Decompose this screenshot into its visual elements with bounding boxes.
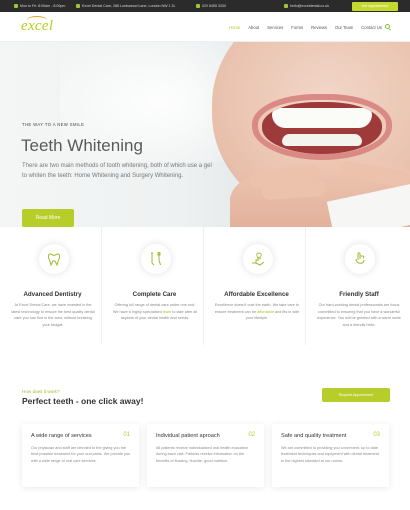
clock-icon — [14, 4, 18, 9]
hand-tooth-icon — [243, 244, 273, 274]
location-icon — [76, 4, 80, 9]
top-bar: Mon to Fri: 8:00am - 8:00pm Excel Dental… — [0, 0, 410, 12]
main-nav: Home About Services Forms Reviews Our Te… — [229, 12, 382, 42]
phone-link[interactable]: 020 8455 3330 — [196, 0, 226, 12]
hero-banner: THE WAY TO A NEW SMILE Teeth Whitening T… — [0, 42, 410, 227]
dental-tools-icon — [141, 244, 171, 274]
phone-icon — [196, 4, 200, 9]
card-wide-range-services: A wide range of services 01 Our physicia… — [22, 424, 139, 487]
nav-our-team[interactable]: Our Team — [335, 25, 353, 30]
card-individual-approach: Individual patient aproach 02 All patien… — [147, 424, 264, 487]
logo[interactable]: excel — [21, 16, 61, 38]
get-appointment-button[interactable]: Get Appointment — [352, 1, 398, 11]
hero-title: Teeth Whitening — [21, 136, 143, 155]
mail-icon — [284, 4, 288, 9]
hero-photo-smile — [262, 102, 382, 154]
feature-affordable-excellence: Affordable Excellence Excellence doesn't… — [208, 227, 306, 345]
section-title: Perfect teeth - one click away! — [22, 396, 144, 406]
read-more-button[interactable]: Read More — [22, 209, 74, 227]
card-safe-quality-treatment: Safe and quality treatment 03 We are com… — [272, 424, 389, 487]
nav-home[interactable]: Home — [229, 25, 240, 30]
address: Excel Dental Care, 288 Lordswood Lane, L… — [76, 0, 176, 12]
nav-forms[interactable]: Forms — [291, 25, 303, 30]
how-it-works-section: How does it work? Perfect teeth - one cl… — [0, 345, 410, 510]
feature-complete-care: Complete Care Offering full range of den… — [106, 227, 204, 345]
nav-about[interactable]: About — [248, 25, 259, 30]
features-section: Advanced Dentistry At Excel Dental Care,… — [0, 227, 410, 345]
site-header: excel Home About Services Forms Reviews … — [0, 12, 410, 42]
nav-contact-us[interactable]: Contact Us — [361, 25, 382, 30]
hero-text: There are two main methods of tooth whit… — [22, 163, 212, 179]
nav-reviews[interactable]: Reviews — [311, 25, 327, 30]
feature-advanced-dentistry: Advanced Dentistry At Excel Dental Care,… — [4, 227, 102, 345]
search-icon[interactable] — [385, 24, 390, 29]
opening-hours: Mon to Fri: 8:00am - 8:00pm — [14, 0, 65, 12]
smile-icon — [345, 244, 375, 274]
request-appointment-button[interactable]: Request Appointment — [322, 388, 390, 402]
nav-services[interactable]: Services — [267, 25, 283, 30]
feature-friendly-staff: Friendly Staff Our hard-working dental p… — [310, 227, 408, 345]
email-link[interactable]: hello@exceldental.co.uk — [284, 0, 329, 12]
tooth-icon — [39, 244, 69, 274]
section-subtitle: How does it work? — [22, 389, 60, 394]
hero-subtitle: THE WAY TO A NEW SMILE — [22, 122, 85, 127]
